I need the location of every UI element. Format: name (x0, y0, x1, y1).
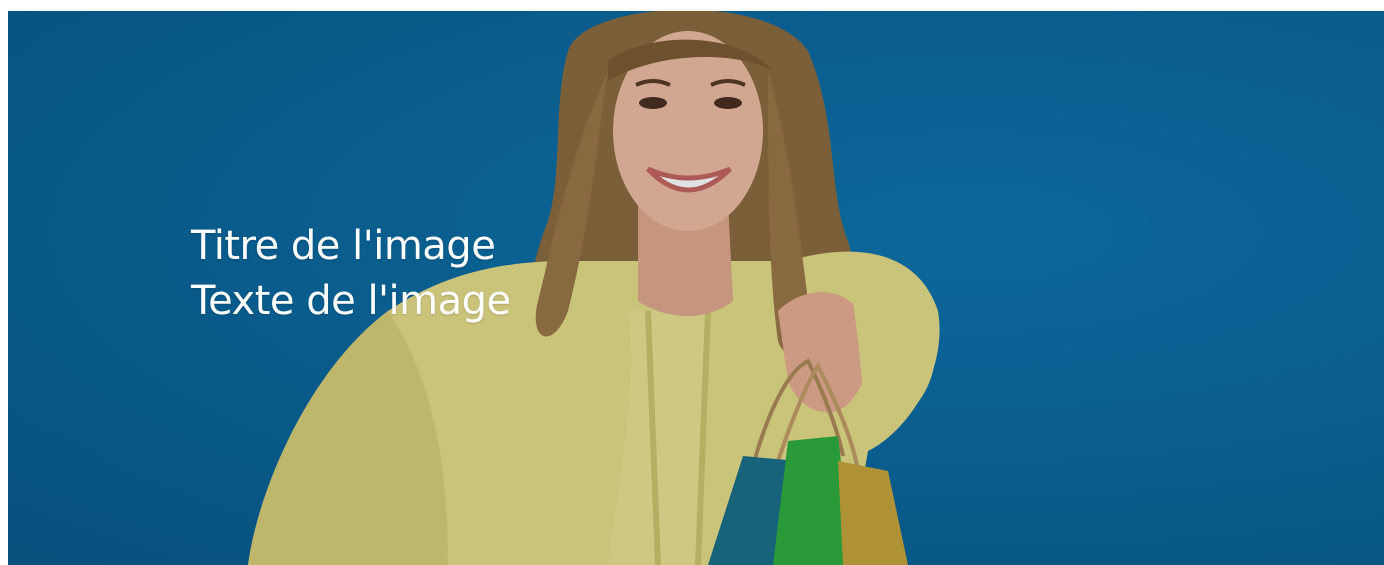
hero-banner[interactable]: Titre de l'image Texte de l'image (8, 11, 1384, 565)
slide-title: Titre de l'image (191, 223, 496, 269)
slide-text: Texte de l'image (191, 278, 511, 324)
page: Titre de l'image Texte de l'image (0, 0, 1384, 565)
slide-caption: Titre de l'image Texte de l'image (191, 219, 511, 329)
